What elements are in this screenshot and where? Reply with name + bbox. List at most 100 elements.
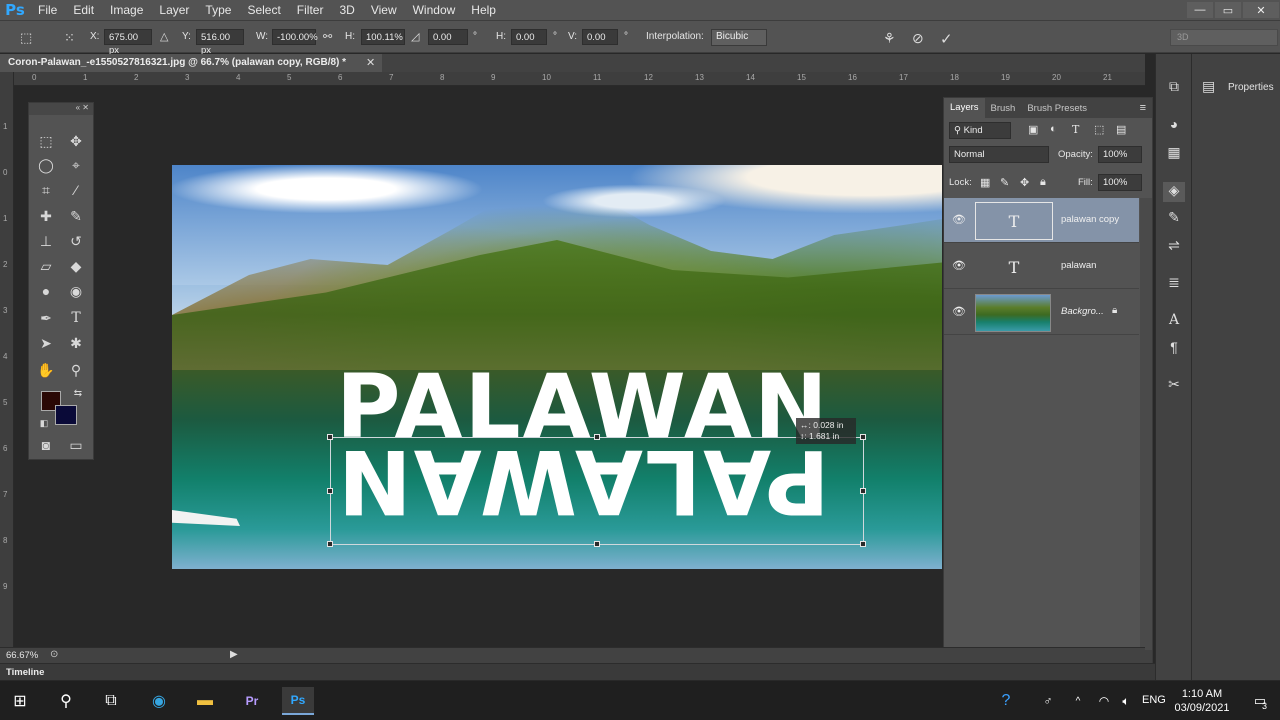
swap-colors-icon[interactable]: ⇆	[67, 383, 89, 403]
menu-image[interactable]: Image	[102, 0, 151, 20]
type-tool-icon[interactable]: T	[65, 308, 87, 328]
paragraph-styles-icon[interactable]: ≣	[1163, 274, 1185, 294]
visibility-eye-icon[interactable]: 👁︎	[952, 259, 966, 272]
maximize-button[interactable]: ▭	[1215, 2, 1241, 18]
layer-name[interactable]: Backgro...	[1061, 306, 1104, 317]
transform-bounding-box[interactable]	[327, 434, 866, 547]
crop-tool-icon[interactable]: ⌗	[35, 180, 57, 200]
status-info-icon[interactable]: ⊙	[50, 649, 58, 660]
menu-window[interactable]: Window	[405, 0, 464, 20]
path-select-tool-icon[interactable]: ➤	[35, 333, 57, 353]
brush-presets-icon[interactable]: ✎	[1163, 209, 1185, 229]
layers-icon[interactable]: ◈	[1163, 182, 1185, 202]
bucket-tool-icon[interactable]: ◆	[65, 256, 87, 276]
menu-view[interactable]: View	[363, 0, 405, 20]
handle-top-left[interactable]	[327, 434, 333, 440]
history-brush-tool-icon[interactable]: ↺	[65, 231, 87, 251]
marquee-tool-icon[interactable]: ⬚	[35, 131, 57, 151]
healing-tool-icon[interactable]: ✚	[35, 206, 57, 226]
lasso-tool-icon[interactable]: ◯	[35, 155, 57, 175]
quick-mask-icon[interactable]: ◙	[35, 435, 57, 455]
tab-layers[interactable]: Layers	[944, 98, 985, 118]
brush-tool-icon[interactable]: ✎	[65, 206, 87, 226]
reference-point-icon[interactable]: ⁙	[64, 30, 75, 46]
document-canvas[interactable]: PALAWAN PALAWAN	[172, 165, 942, 569]
layers-scrollbar[interactable]	[1140, 198, 1152, 650]
transform-tool-icon[interactable]: ⬚	[20, 30, 32, 46]
kind-filter[interactable]: ⚲ Kind	[949, 122, 1011, 139]
people-icon[interactable]: ♂	[1032, 687, 1064, 715]
handle-top-center[interactable]	[594, 434, 600, 440]
document-tab[interactable]: Coron-Palawan_-e1550527816321.jpg @ 66.7…	[0, 54, 382, 72]
adjustments-icon[interactable]: ⇌	[1163, 237, 1185, 257]
handle-top-right[interactable]	[860, 434, 866, 440]
layer-name[interactable]: palawan copy	[1061, 214, 1119, 225]
x-field[interactable]: 675.00 px	[104, 29, 152, 56]
fill-field[interactable]: 100%	[1098, 174, 1142, 191]
swatches-icon[interactable]: ▦	[1163, 144, 1185, 164]
volume-icon[interactable]: 🔈︎	[1110, 687, 1142, 715]
status-menu-arrow-icon[interactable]: ▶	[230, 649, 238, 660]
close-button[interactable]: ✕	[1243, 2, 1279, 18]
minimize-button[interactable]: —	[1187, 2, 1213, 18]
screen-mode-icon[interactable]: ▭	[65, 435, 87, 455]
task-view-icon[interactable]: ⧉	[95, 687, 127, 715]
menu-layer[interactable]: Layer	[151, 0, 197, 20]
hskew-field[interactable]: 0.00	[511, 29, 547, 45]
lock-all-icon[interactable]: 🔒︎	[1040, 176, 1046, 189]
character-icon[interactable]: A	[1163, 312, 1185, 332]
edge-browser-icon[interactable]: ◉	[143, 687, 175, 715]
move-tool-icon[interactable]: ✥	[65, 131, 87, 151]
handle-middle-right[interactable]	[860, 488, 866, 494]
h-field[interactable]: 100.11%	[361, 29, 405, 45]
blur-tool-icon[interactable]: ●	[35, 281, 57, 301]
interpolation-select[interactable]: Bicubic	[711, 29, 767, 46]
windows-start-icon[interactable]: ⊞	[4, 687, 36, 715]
zoom-tool-icon[interactable]: ⚲	[65, 360, 87, 380]
help-icon[interactable]: ?	[990, 687, 1022, 715]
menu-type[interactable]: Type	[197, 0, 239, 20]
filter-shape-icon[interactable]: ⬚	[1094, 123, 1104, 136]
handle-middle-left[interactable]	[327, 488, 333, 494]
menu-filter[interactable]: Filter	[289, 0, 332, 20]
layer-row-palawan-copy[interactable]: 👁︎ T palawan copy	[944, 198, 1139, 243]
file-explorer-icon[interactable]: ▬	[189, 687, 221, 715]
vskew-field[interactable]: 0.00	[582, 29, 618, 45]
menu-select[interactable]: Select	[239, 0, 288, 20]
zoom-level[interactable]: 66.67%	[6, 650, 38, 661]
layer-row-palawan[interactable]: 👁︎ T palawan	[944, 244, 1139, 289]
dodge-tool-icon[interactable]: ◉	[65, 281, 87, 301]
clock[interactable]: 1:10 AM 03/09/2021	[1170, 687, 1234, 715]
close-tab-icon[interactable]: ✕	[366, 56, 375, 69]
delta-icon[interactable]: △	[160, 30, 168, 43]
filter-adjustment-icon[interactable]: ◐	[1050, 123, 1057, 135]
language-indicator[interactable]: ENG	[1142, 694, 1166, 706]
layer-row-background[interactable]: 👁︎ Backgro... 🔒︎	[944, 290, 1139, 335]
visibility-eye-icon[interactable]: 👁︎	[952, 213, 966, 226]
angle-field[interactable]: 0.00	[428, 29, 468, 45]
menu-help[interactable]: Help	[463, 0, 504, 20]
filter-smart-object-icon[interactable]: ▤	[1116, 123, 1126, 136]
opacity-field[interactable]: 100%	[1098, 146, 1142, 163]
hand-tool-icon[interactable]: ✋	[35, 360, 57, 380]
pen-tool-icon[interactable]: ✒	[35, 308, 57, 328]
w-field[interactable]: -100.00%	[272, 29, 318, 45]
paragraph-icon[interactable]: ¶	[1163, 339, 1185, 359]
quick-select-tool-icon[interactable]: ⌖	[65, 155, 87, 175]
search-icon[interactable]: ⚲	[50, 687, 82, 715]
lock-transparency-icon[interactable]: ▦	[980, 176, 990, 189]
tab-brush[interactable]: Brush	[985, 103, 1022, 114]
stamp-tool-icon[interactable]: ⊥	[35, 231, 57, 251]
filter-type-icon[interactable]: T	[1072, 123, 1079, 136]
blend-mode-select[interactable]: Normal	[949, 146, 1049, 163]
cancel-transform-icon[interactable]: ⊘	[912, 30, 924, 47]
default-colors-icon[interactable]: ◧	[33, 413, 55, 433]
link-icon[interactable]: ⚯	[323, 30, 332, 43]
menu-edit[interactable]: Edit	[65, 0, 102, 20]
color-icon[interactable]: ◕	[1163, 116, 1185, 136]
shape-tool-icon[interactable]: ✱	[65, 333, 87, 353]
y-field[interactable]: 516.00 px	[196, 29, 244, 56]
timeline-tab[interactable]: Timeline	[6, 667, 44, 678]
tools-preset-icon[interactable]: ✂	[1163, 376, 1185, 396]
handle-bottom-center[interactable]	[594, 541, 600, 547]
